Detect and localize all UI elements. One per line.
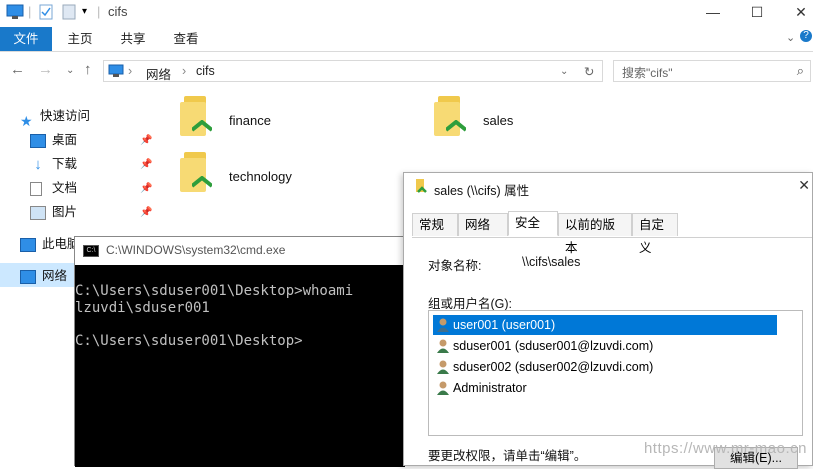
folder-sales-label[interactable]: sales [483, 113, 513, 128]
quick-access-dropdown-icon[interactable]: ▾ [82, 6, 87, 17]
network-icon [20, 269, 36, 284]
tab-view[interactable]: 查看 [166, 27, 206, 51]
breadcrumb-cifs[interactable]: cifs [196, 64, 215, 78]
cmd-icon: C:\ [83, 245, 99, 257]
folder-technology-label[interactable]: technology [229, 169, 292, 184]
explorer-titlebar: | ▾ | cifs — ☐ ✕ [0, 0, 813, 24]
watermark-text: https://www.mr-mao.cn [643, 440, 807, 457]
user-row-user001[interactable]: user001 (user001) [433, 315, 777, 335]
address-bar[interactable]: › 网络 › cifs ⌄ ↻ [103, 60, 603, 82]
search-placeholder: 搜索"cifs" [622, 66, 673, 80]
pin-icon[interactable]: 📌 [140, 207, 152, 218]
tab-customize[interactable]: 自定义 [632, 213, 678, 255]
picture-icon [30, 205, 46, 220]
dialog-tabs: 常规 网络 安全 以前的版本 自定义 [412, 211, 812, 255]
cmd-title: C:\WINDOWS\system32\cmd.exe [106, 243, 286, 257]
folder-technology-icon[interactable] [176, 152, 220, 196]
tab-previous-versions[interactable]: 以前的版本 [558, 213, 632, 255]
cmd-titlebar[interactable]: C:\ C:\WINDOWS\system32\cmd.exe [75, 237, 405, 265]
properties-dialog: sales (\\cifs) 属性 ✕ 常规 网络 安全 以前的版本 自定义 对… [403, 172, 813, 469]
console-line: C:\Users\sduser001\Desktop> [75, 332, 303, 349]
refresh-icon[interactable]: ↻ [584, 64, 594, 79]
minimize-button[interactable]: — [693, 0, 733, 24]
pin-icon[interactable]: 📌 [140, 135, 152, 146]
tab-network[interactable]: 网络 [458, 213, 508, 236]
tab-general[interactable]: 常规 [412, 213, 458, 236]
window-title: cifs [108, 4, 128, 19]
forward-arrow-icon[interactable]: → [38, 61, 53, 78]
dialog-title: sales (\\cifs) 属性 [434, 184, 530, 198]
tab-security[interactable]: 安全 [508, 211, 558, 236]
star-icon: ★ [20, 112, 33, 129]
cmd-window[interactable]: C:\ C:\WINDOWS\system32\cmd.exe C:\Users… [74, 236, 406, 467]
nav-this-pc[interactable]: 此电脑 [20, 233, 80, 255]
help-icon[interactable]: ? [800, 30, 812, 42]
nav-quick-access[interactable]: ★ 快速访问 [20, 105, 90, 129]
back-arrow-icon[interactable]: ← [10, 61, 25, 78]
tab-share[interactable]: 共享 [113, 27, 153, 51]
search-icon[interactable]: ⌕ [797, 63, 804, 79]
user-row-sduser001[interactable]: sduser001 (sduser001@lzuvdi.com) [433, 336, 653, 356]
tab-file[interactable]: 文件 [0, 27, 52, 51]
computer-icon [6, 4, 24, 19]
recent-locations-icon[interactable]: ⌄ [66, 65, 74, 76]
user-row-administrator[interactable]: Administrator [433, 378, 527, 398]
user-icon [437, 318, 449, 332]
pin-icon[interactable]: 📌 [140, 183, 152, 194]
console-line: C:\Users\sduser001\Desktop>whoami [75, 283, 354, 299]
computer-icon [20, 237, 36, 252]
new-folder-icon[interactable] [62, 4, 76, 20]
download-icon: ↓ [34, 155, 42, 173]
folder-share-icon [416, 179, 427, 193]
object-name-label: 对象名称: [428, 259, 482, 273]
desktop-icon [30, 133, 46, 148]
user-icon [437, 339, 449, 353]
maximize-button[interactable]: ☐ [737, 0, 777, 24]
folder-finance-icon[interactable] [176, 96, 220, 140]
chevron-right-icon: › [128, 64, 133, 78]
computer-icon [108, 64, 124, 77]
folder-sales-icon[interactable] [430, 96, 474, 140]
search-box[interactable]: 搜索"cifs" ⌕ [613, 60, 811, 82]
user-list[interactable]: user001 (user001) sduser001 (sduser001@l… [428, 310, 803, 436]
user-row-sduser002[interactable]: sduser002 (sduser002@lzuvdi.com) [433, 357, 653, 377]
close-button[interactable]: ✕ [781, 0, 813, 24]
ribbon-tabs: 文件 主页 共享 查看 ⌄ ? [0, 27, 813, 52]
pin-icon[interactable]: 📌 [140, 159, 152, 170]
properties-icon[interactable] [38, 4, 54, 20]
nav-downloads[interactable]: ↓ 下载 [30, 153, 77, 175]
up-arrow-icon[interactable]: ↑ [84, 61, 92, 78]
address-dropdown-icon[interactable]: ⌄ [560, 66, 568, 77]
dialog-close-button[interactable]: ✕ [798, 177, 810, 194]
nav-network[interactable]: 网络 [20, 265, 67, 287]
object-name-value: \\cifs\sales [522, 255, 581, 269]
user-icon [437, 360, 449, 374]
address-row: ← → ⌄ ↑ › 网络 › cifs ⌄ ↻ 搜索"cifs" ⌕ [0, 57, 813, 85]
nav-documents[interactable]: 文档 [30, 177, 77, 199]
user-icon [437, 381, 449, 395]
console-line: lzuvdi\sduser001 [75, 299, 210, 316]
nav-desktop[interactable]: 桌面 [30, 129, 77, 151]
folder-finance-label[interactable]: finance [229, 113, 271, 128]
breadcrumb-network[interactable]: 网络 [146, 64, 171, 83]
tab-home[interactable]: 主页 [60, 27, 100, 51]
change-permissions-hint: 要更改权限，请单击“编辑”。 [428, 449, 587, 463]
ribbon-expand-icon[interactable]: ⌄ [786, 31, 795, 44]
document-icon [30, 181, 42, 196]
cmd-console[interactable]: C:\Users\sduser001\Desktop>whoami lzuvdi\… [75, 265, 405, 467]
chevron-right-icon: › [182, 64, 187, 78]
nav-pictures[interactable]: 图片 [30, 201, 77, 223]
